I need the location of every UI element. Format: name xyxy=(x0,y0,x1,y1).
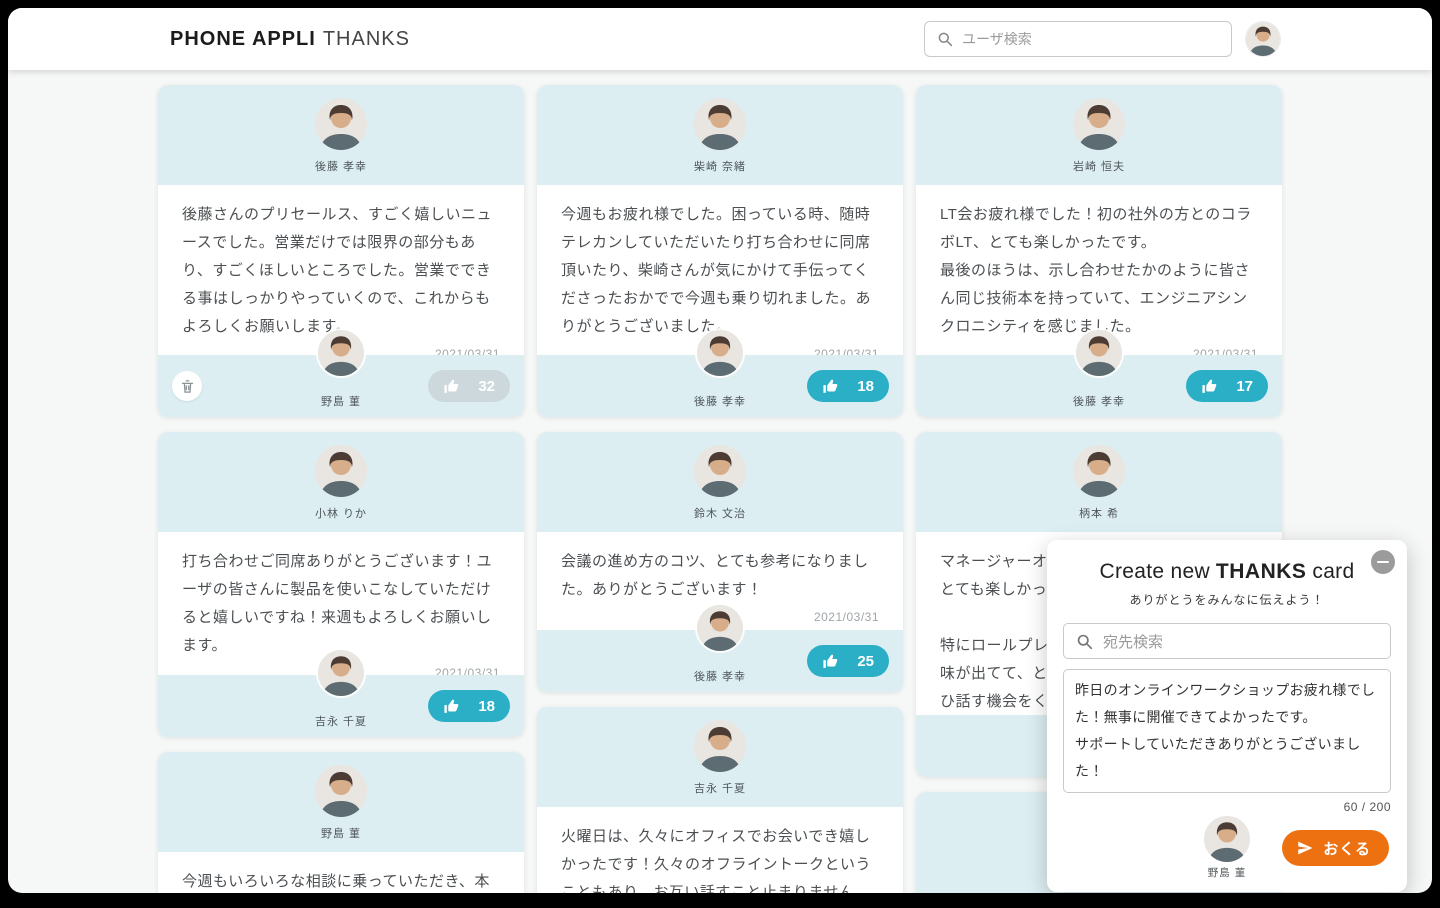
card-header: 柄本 希 xyxy=(916,432,1282,532)
app-window: PHONE APPLI THANKS ユーザ検索 後藤 孝幸 後藤さんのプリセー… xyxy=(8,8,1432,893)
card-footer: 後藤 孝幸 25 xyxy=(537,605,903,692)
sender-name: 岩崎 恒夫 xyxy=(1072,161,1126,173)
app-logo: PHONE APPLI THANKS xyxy=(170,28,410,51)
card-header: 岩崎 恒夫 xyxy=(916,85,1282,185)
card-message: 火曜日は、久々にオフィスでお会いでき嬉しかったです！久々のオフライントークという… xyxy=(561,828,872,893)
minus-icon xyxy=(1377,560,1389,564)
logo-phone-appli: PHONE APPLI xyxy=(170,27,316,50)
sender-avatar xyxy=(694,720,746,772)
card-header: 吉永 千夏 xyxy=(537,707,903,807)
thumbs-up-icon xyxy=(1201,378,1218,395)
card-message: 今週もお疲れ様でした。困っている時、随時テレカンしていただいたり打ち合わせに同席… xyxy=(561,206,872,335)
card-footer: 野島 菫 32 xyxy=(158,330,524,417)
modal-footer: 野島 菫 おくる xyxy=(1063,816,1391,879)
like-count: 18 xyxy=(478,697,495,715)
like-button[interactable]: 32 xyxy=(428,370,510,402)
thanks-card: 柴崎 奈緒 今週もお疲れ様でした。困っている時、随時テレカンしていただいたり打ち… xyxy=(537,85,903,417)
card-header: 鈴木 文治 xyxy=(537,432,903,532)
card-footer: 後藤 孝幸 17 xyxy=(916,330,1282,417)
send-button[interactable]: おくる xyxy=(1282,830,1389,866)
card-header: 野島 菫 xyxy=(158,752,524,852)
thumbs-up-icon xyxy=(822,378,839,395)
sender-avatar xyxy=(1073,445,1125,497)
modal-sender-name: 野島 菫 xyxy=(1207,867,1247,879)
sender-name: 鈴木 文治 xyxy=(693,508,747,520)
sender-avatar xyxy=(315,445,367,497)
card-message: 後藤さんのプリセールス、すごく嬉しいニュースでした。営業だけでは限界の部分もあり… xyxy=(182,206,493,335)
thanks-card: 小林 りか 打ち合わせご同席ありがとうございます！ユーザの皆さんに製品を使いこな… xyxy=(158,432,524,737)
modal-title-thanks: THANKS xyxy=(1215,560,1307,583)
like-button[interactable]: 18 xyxy=(807,370,889,402)
like-count: 25 xyxy=(857,652,874,670)
message-textarea[interactable]: 昨日のオンラインワークショップお疲れ様でした！無事に開催できてよかったです。 サ… xyxy=(1063,669,1391,793)
modal-title-suffix: card xyxy=(1312,560,1355,583)
card-header: 柴崎 奈緒 xyxy=(537,85,903,185)
thanks-card: 岩崎 恒夫 LT会お疲れ様でした！初の社外の方とのコラボLT、とても楽しかったで… xyxy=(916,85,1282,417)
sender-name: 後藤 孝幸 xyxy=(314,161,368,173)
recipient-avatar xyxy=(318,650,364,696)
like-button[interactable]: 25 xyxy=(807,645,889,677)
sender-avatar xyxy=(694,445,746,497)
recipient-search-placeholder: 宛先検索 xyxy=(1103,633,1164,651)
send-label: おくる xyxy=(1323,840,1371,858)
user-search-placeholder: ユーザ検索 xyxy=(962,31,1032,47)
modal-title-prefix: Create new xyxy=(1099,560,1210,583)
card-header: 後藤 孝幸 xyxy=(158,85,524,185)
thumbs-up-icon xyxy=(443,698,460,715)
like-count: 17 xyxy=(1236,377,1253,395)
app-header: PHONE APPLI THANKS ユーザ検索 xyxy=(8,8,1432,70)
sender-avatar xyxy=(1073,98,1125,150)
card-message: 会議の進め方のコツ、とても参考になりました。ありがとうございます！ xyxy=(561,553,869,598)
thumbs-up-icon xyxy=(822,653,839,670)
card-footer: 後藤 孝幸 18 xyxy=(537,330,903,417)
card-message: LT会お疲れ様でした！初の社外の方とのコラボLT、とても楽しかったです。 最後の… xyxy=(940,206,1252,335)
sender-name: 柴崎 奈緒 xyxy=(693,161,747,173)
recipient-avatar xyxy=(318,330,364,376)
current-user-avatar[interactable] xyxy=(1246,22,1280,56)
like-button[interactable]: 18 xyxy=(428,690,510,722)
like-count: 32 xyxy=(478,377,495,395)
send-icon xyxy=(1296,839,1314,857)
trash-icon xyxy=(180,379,195,394)
minimize-button[interactable] xyxy=(1371,550,1395,574)
board-column-2: 柴崎 奈緒 今週もお疲れ様でした。困っている時、随時テレカンしていただいたり打ち… xyxy=(537,85,903,893)
like-button[interactable]: 17 xyxy=(1186,370,1268,402)
user-search-input[interactable]: ユーザ検索 xyxy=(924,21,1232,57)
card-header: 小林 りか xyxy=(158,432,524,532)
recipient-avatar xyxy=(697,605,743,651)
sender-avatar xyxy=(315,765,367,817)
modal-title: Create new THANKS card xyxy=(1063,560,1391,584)
search-icon xyxy=(1076,633,1093,650)
sender-name: 柄本 希 xyxy=(1078,508,1120,520)
board-column-1: 後藤 孝幸 後藤さんのプリセールス、すごく嬉しいニュースでした。営業だけでは限界… xyxy=(158,85,524,893)
thanks-card: 野島 菫 今週もいろいろな相談に乗っていただき、本 xyxy=(158,752,524,893)
create-thanks-modal: Create new THANKS card ありがとうをみんなに伝えよう！ 宛先検… xyxy=(1047,540,1407,892)
card-message: 打ち合わせご同席ありがとうございます！ユーザの皆さんに製品を使いこなしていただけ… xyxy=(182,553,493,654)
sender-name: 小林 りか xyxy=(314,508,368,520)
recipient-search-input[interactable]: 宛先検索 xyxy=(1063,623,1391,659)
card-footer: 吉永 千夏 18 xyxy=(158,650,524,737)
sender-avatar xyxy=(315,98,367,150)
sender-avatar xyxy=(694,98,746,150)
card-message: 今週もいろいろな相談に乗っていただき、本 xyxy=(182,873,490,890)
recipient-avatar xyxy=(697,330,743,376)
thanks-card: 吉永 千夏 火曜日は、久々にオフィスでお会いでき嬉しかったです！久々のオフライン… xyxy=(537,707,903,893)
char-counter: 60 / 200 xyxy=(1343,800,1391,814)
search-icon xyxy=(937,31,953,47)
sender-avatar xyxy=(1204,816,1250,862)
thumbs-up-icon xyxy=(443,378,460,395)
sender-name: 吉永 千夏 xyxy=(693,783,747,795)
recipient-avatar xyxy=(1076,330,1122,376)
thanks-card: 鈴木 文治 会議の進め方のコツ、とても参考になりました。ありがとうございます！ … xyxy=(537,432,903,692)
sender-name: 野島 菫 xyxy=(320,828,362,840)
logo-thanks: THANKS xyxy=(322,27,410,50)
modal-subtitle: ありがとうをみんなに伝えよう！ xyxy=(1129,593,1325,607)
like-count: 18 xyxy=(857,377,874,395)
thanks-card: 後藤 孝幸 後藤さんのプリセールス、すごく嬉しいニュースでした。営業だけでは限界… xyxy=(158,85,524,417)
